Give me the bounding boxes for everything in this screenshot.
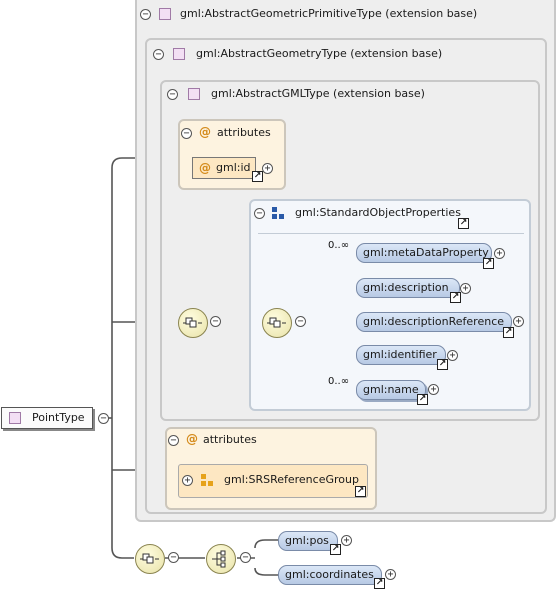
expand-toggle[interactable]: + xyxy=(460,283,471,294)
cardinality-label: 0..∞ xyxy=(328,376,350,387)
collapse-toggle[interactable]: − xyxy=(168,552,179,563)
collapse-toggle[interactable]: − xyxy=(153,49,164,60)
collapse-toggle[interactable]: − xyxy=(181,128,192,139)
complex-type-square xyxy=(159,8,171,20)
collapse-toggle[interactable]: − xyxy=(140,9,151,20)
attributes-title: attributes xyxy=(217,126,271,139)
expand-toggle[interactable]: + xyxy=(494,248,505,259)
standard-props-title: gml:StandardObjectProperties xyxy=(295,206,461,219)
cardinality-label: 0..∞ xyxy=(328,240,350,251)
collapse-toggle[interactable]: − xyxy=(295,316,306,327)
divider xyxy=(258,233,524,234)
element-identifier[interactable]: gml:identifier xyxy=(356,345,446,365)
attribute-at-icon: @ xyxy=(199,125,211,139)
collapse-toggle[interactable]: − xyxy=(167,89,178,100)
srs-reference-group[interactable]: + gml:SRSReferenceGroup xyxy=(178,464,368,498)
complex-type-square xyxy=(188,88,200,100)
box-title-geometry: gml:AbstractGeometryType (extension base… xyxy=(196,47,443,60)
element-description[interactable]: gml:description xyxy=(356,278,460,298)
gml-id-label: gml:id xyxy=(216,161,251,174)
expand-toggle[interactable]: + xyxy=(182,475,193,486)
expand-toggle[interactable]: + xyxy=(447,350,458,361)
element-description-reference[interactable]: gml:descriptionReference xyxy=(356,312,512,332)
box-title-gmltype: gml:AbstractGMLType (extension base) xyxy=(211,87,425,100)
expand-toggle[interactable]: + xyxy=(385,569,396,580)
attribute-at-icon: @ xyxy=(199,161,211,175)
point-type-root[interactable]: PointType xyxy=(1,407,93,429)
element-pos[interactable]: gml:pos xyxy=(278,531,338,551)
expand-toggle[interactable]: + xyxy=(262,163,273,174)
element-group-icon xyxy=(272,207,284,219)
link-arrow-icon[interactable]: ↗ xyxy=(252,171,263,182)
element-name[interactable]: gml:name xyxy=(356,380,426,400)
expand-toggle[interactable]: + xyxy=(341,535,352,546)
complex-type-square xyxy=(173,48,185,60)
link-arrow-icon[interactable]: ↗ xyxy=(374,578,385,589)
link-arrow-icon[interactable]: ↗ xyxy=(483,258,494,269)
element-meta-data-property[interactable]: gml:metaDataProperty xyxy=(356,243,492,263)
link-arrow-icon[interactable]: ↗ xyxy=(458,218,469,229)
link-arrow-icon[interactable]: ↗ xyxy=(437,359,448,370)
collapse-toggle[interactable]: − xyxy=(210,316,221,327)
gml-id-attribute[interactable]: @ gml:id xyxy=(192,157,256,179)
collapse-toggle[interactable]: − xyxy=(254,208,265,219)
link-arrow-icon[interactable]: ↗ xyxy=(503,327,514,338)
srs-reference-group-label: gml:SRSReferenceGroup xyxy=(224,473,359,486)
complex-type-square xyxy=(9,412,21,424)
link-arrow-icon[interactable]: ↗ xyxy=(330,544,341,555)
expand-toggle[interactable]: + xyxy=(428,384,439,395)
choice-compositor-icon[interactable] xyxy=(206,544,236,574)
sequence-compositor-icon[interactable] xyxy=(178,308,208,338)
root-label: PointType xyxy=(32,411,85,424)
element-coordinates[interactable]: gml:coordinates xyxy=(278,565,382,585)
collapse-toggle[interactable]: − xyxy=(240,552,251,563)
sequence-compositor-icon[interactable] xyxy=(135,544,165,574)
link-arrow-icon[interactable]: ↗ xyxy=(355,486,366,497)
link-arrow-icon[interactable]: ↗ xyxy=(450,292,461,303)
link-arrow-icon[interactable]: ↗ xyxy=(417,394,428,405)
box-title-primitive: gml:AbstractGeometricPrimitiveType (exte… xyxy=(180,7,478,20)
attribute-at-icon: @ xyxy=(186,432,198,446)
attribute-group-icon xyxy=(201,474,213,486)
sequence-compositor-icon[interactable] xyxy=(262,308,292,338)
collapse-toggle[interactable]: − xyxy=(98,413,109,424)
attributes-title: attributes xyxy=(203,433,257,446)
collapse-toggle[interactable]: − xyxy=(168,435,179,446)
expand-toggle[interactable]: + xyxy=(513,316,524,327)
